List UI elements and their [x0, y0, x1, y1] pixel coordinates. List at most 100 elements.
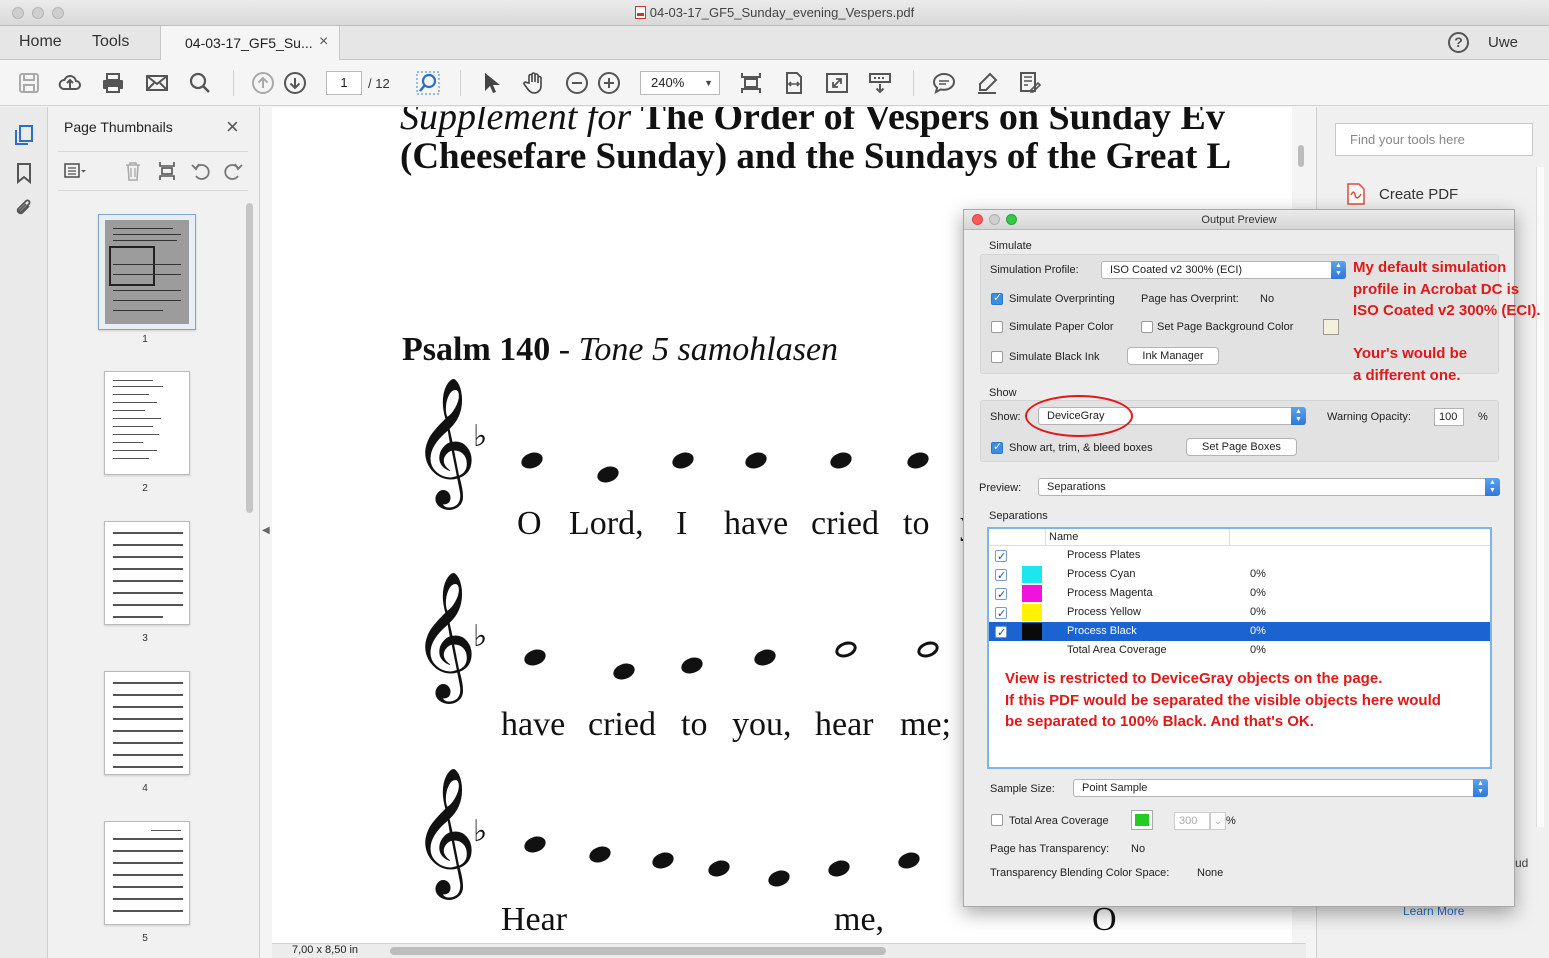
- table-row[interactable]: Process Magenta 0%: [989, 584, 1490, 604]
- options-menu-icon[interactable]: [64, 160, 86, 182]
- fit-page-icon[interactable]: [739, 71, 763, 95]
- thumbnail-page-number: 4: [142, 783, 148, 794]
- table-row[interactable]: Process Yellow 0%: [989, 603, 1490, 623]
- treble-clef-icon: 𝄞: [412, 376, 478, 504]
- thumbnail-staff-line: [113, 544, 183, 546]
- simulate-overprinting-checkbox[interactable]: [991, 291, 1003, 305]
- note-head: [611, 660, 637, 683]
- thumbnail-page-2[interactable]: [104, 371, 190, 475]
- plate-percent: 0%: [1250, 644, 1266, 656]
- ink-manager-button[interactable]: Ink Manager: [1127, 347, 1219, 365]
- coverage-color-button[interactable]: [1131, 810, 1153, 830]
- annotation-line: ISO Coated v2 300% (ECI).: [1353, 302, 1541, 319]
- help-icon[interactable]: ?: [1448, 32, 1469, 53]
- thumbnail-staff-line: [113, 694, 183, 696]
- table-row[interactable]: Process Cyan 0%: [989, 565, 1490, 585]
- lyric-syllable: O: [517, 505, 542, 542]
- preview-select[interactable]: Separations ▲ ▼: [1038, 478, 1500, 496]
- dialog-zoom-button[interactable]: [1006, 214, 1017, 225]
- plate-checkbox[interactable]: [995, 585, 1007, 604]
- zoom-out-icon[interactable]: [565, 71, 589, 95]
- total-area-coverage-checkbox[interactable]: [991, 814, 1003, 826]
- simulate-paper-color-checkbox[interactable]: [991, 321, 1003, 333]
- hand-tool-icon[interactable]: [522, 71, 546, 95]
- warning-opacity-input[interactable]: 100: [1434, 408, 1464, 426]
- thumbnail-page-1[interactable]: [98, 214, 196, 330]
- find-text-icon[interactable]: [416, 71, 440, 95]
- lyric-syllable: to: [903, 505, 930, 542]
- tab-document[interactable]: 04-03-17_GF5_Su... ×: [160, 26, 340, 61]
- thumbnail-page-5[interactable]: [104, 821, 190, 925]
- tab-tools[interactable]: Tools: [92, 26, 129, 60]
- create-pdf-label[interactable]: Create PDF: [1379, 186, 1458, 203]
- attachment-icon[interactable]: [13, 197, 35, 219]
- thumbnail-page-4[interactable]: [104, 671, 190, 775]
- fit-width-icon[interactable]: [782, 71, 806, 95]
- fill-sign-icon[interactable]: [1018, 71, 1042, 95]
- page-background-color-swatch[interactable]: [1323, 319, 1339, 335]
- comment-icon[interactable]: [932, 71, 956, 95]
- thumbnail-page-image: [105, 220, 189, 324]
- select-cursor-icon[interactable]: [479, 71, 503, 95]
- table-row[interactable]: Total Area Coverage 0%: [989, 641, 1490, 660]
- plate-percent: 0%: [1250, 587, 1266, 599]
- rotate-right-icon[interactable]: [222, 160, 244, 182]
- previous-page-icon[interactable]: [251, 71, 275, 95]
- plate-checkbox[interactable]: [995, 566, 1007, 585]
- plate-checkbox[interactable]: [995, 623, 1007, 642]
- next-page-icon[interactable]: [283, 71, 307, 95]
- bookmark-icon[interactable]: [13, 162, 35, 185]
- rotate-left-icon[interactable]: [190, 160, 212, 182]
- set-page-background-checkbox[interactable]: [1141, 321, 1153, 333]
- zoom-level-select[interactable]: 240% ▼: [640, 71, 720, 95]
- user-menu[interactable]: Uwe: [1488, 34, 1518, 51]
- collapse-panel-icon[interactable]: ◀: [262, 525, 270, 536]
- thumbnail-text-line: [113, 394, 149, 395]
- note-head: [828, 449, 854, 472]
- page-number-input[interactable]: 1: [326, 71, 362, 95]
- find-tools-input[interactable]: Find your tools here: [1335, 123, 1533, 156]
- create-pdf-icon[interactable]: [1347, 183, 1365, 205]
- full-screen-icon[interactable]: [825, 71, 849, 95]
- simulation-profile-select[interactable]: ISO Coated v2 300% (ECI) ▲ ▼: [1101, 261, 1346, 279]
- simulate-black-ink-checkbox[interactable]: [991, 351, 1003, 363]
- search-icon[interactable]: [188, 71, 212, 95]
- dialog-close-button[interactable]: [972, 214, 983, 225]
- thumbnail-page-3[interactable]: [104, 521, 190, 625]
- cloud-upload-icon[interactable]: [58, 71, 82, 95]
- tab-home[interactable]: Home: [19, 26, 62, 60]
- highlight-pen-icon[interactable]: [975, 71, 999, 95]
- print-icon[interactable]: [101, 71, 125, 95]
- chevron-down-icon: ▼: [704, 78, 713, 88]
- close-tab-icon[interactable]: ×: [319, 33, 328, 51]
- plate-name: Process Plates: [1067, 549, 1141, 561]
- plate-checkbox[interactable]: [995, 604, 1007, 623]
- table-row-selected[interactable]: Process Black 0%: [989, 622, 1490, 642]
- viewport-rectangle: [109, 246, 155, 286]
- horizontal-scrollbar-thumb[interactable]: [390, 947, 886, 955]
- preview-value: Separations: [1047, 481, 1106, 493]
- delete-page-icon[interactable]: [122, 160, 144, 182]
- annotation-line: If this PDF would be separated the visib…: [1005, 691, 1441, 709]
- thumbnail-scrollbar[interactable]: [246, 203, 253, 513]
- lyric-syllable: cried: [811, 505, 879, 542]
- crop-page-icon[interactable]: [156, 160, 178, 182]
- close-panel-icon[interactable]: ×: [226, 114, 239, 140]
- sample-size-select[interactable]: Point Sample ▲ ▼: [1073, 779, 1488, 797]
- dialog-minimize-button[interactable]: [989, 214, 1000, 225]
- scrollbar-thumb[interactable]: [1298, 145, 1304, 167]
- plate-checkbox[interactable]: [995, 547, 1007, 566]
- yellow-swatch: [1022, 604, 1042, 621]
- zoom-in-icon[interactable]: [597, 71, 621, 95]
- email-icon[interactable]: [145, 71, 169, 95]
- coverage-value-input[interactable]: 300: [1174, 812, 1210, 830]
- save-icon[interactable]: [17, 71, 41, 95]
- set-page-boxes-button[interactable]: Set Page Boxes: [1186, 438, 1297, 456]
- chevron-down-icon[interactable]: ⌄: [1210, 812, 1226, 830]
- table-row[interactable]: Process Plates: [989, 546, 1490, 566]
- black-swatch: [1022, 623, 1042, 640]
- annotation-line: a different one.: [1353, 366, 1461, 384]
- scrolling-mode-icon[interactable]: [868, 71, 892, 95]
- page-thumbnails-icon[interactable]: [13, 124, 35, 146]
- show-boxes-checkbox[interactable]: [991, 440, 1003, 454]
